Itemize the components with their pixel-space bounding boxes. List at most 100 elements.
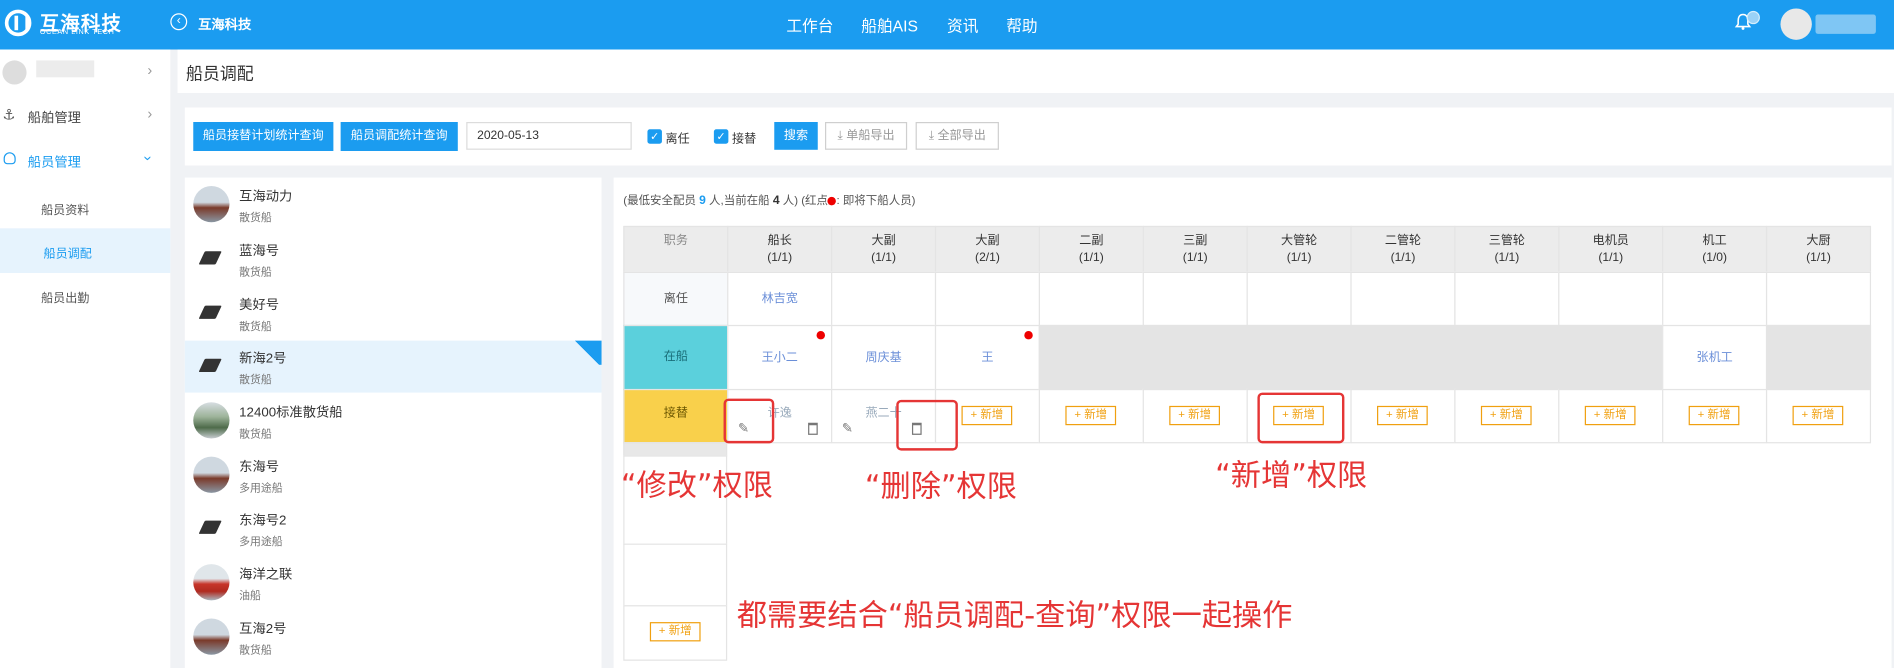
ship-thumbnail (193, 564, 230, 601)
company-name-link[interactable]: 互海科技 (198, 14, 251, 33)
ship-icon (193, 240, 230, 277)
relieve-checkbox-label: 接替 (731, 132, 757, 147)
ship-name[interactable]: 蓝海号 (239, 240, 279, 259)
notification-badge (1746, 10, 1760, 25)
download-icon: ⤓ (928, 129, 938, 143)
row-label-onboard: 在船 (623, 324, 729, 391)
add-crew-button[interactable]: + 新增 (961, 405, 1013, 426)
ship-name[interactable]: 12400标准散货船 (239, 402, 342, 421)
ship-name[interactable]: 互海2号 (239, 618, 286, 637)
column-header-role: 职务 (623, 225, 729, 273)
nav-help[interactable]: 帮助 (1006, 13, 1037, 36)
column-header: 船长 (1/1) (727, 225, 833, 273)
sidebar-item-ship-management[interactable]: 船舶管理 (28, 108, 81, 127)
ship-type: 散货船 (239, 427, 272, 440)
table-cell (1350, 271, 1456, 327)
relief-plan-query-button[interactable]: 船员接替计划统计查询 (193, 122, 334, 151)
ship-icon (193, 347, 230, 385)
sidebar-item-crew-info[interactable]: 船员资料 (41, 199, 89, 217)
add-crew-button[interactable]: + 新增 (1377, 405, 1428, 426)
crew-name[interactable]: 林吉宽 (762, 292, 798, 305)
chevron-down-icon[interactable]: › (140, 156, 157, 161)
table-cell (1246, 271, 1352, 327)
trash-icon[interactable] (808, 422, 818, 435)
date-input[interactable]: 2020-05-13 (466, 122, 632, 150)
column-header: 三管轮 (1/1) (1454, 225, 1560, 273)
crew-name[interactable]: 周庆基 (865, 352, 901, 365)
table-cell (1662, 271, 1768, 327)
user-name-redacted[interactable] (1815, 14, 1876, 34)
table-cell: 张机工 (1662, 324, 1768, 391)
nav-workbench[interactable]: 工作台 (786, 13, 833, 36)
ship-type: 多用途船 (239, 535, 283, 548)
column-header: 大管轮 (1/1) (1246, 225, 1352, 273)
sidebar-item-crew-attendance[interactable]: 船员出勤 (41, 287, 89, 305)
table-cell (1765, 271, 1872, 327)
user-avatar[interactable] (1780, 8, 1812, 40)
add-crew-button[interactable]: + 新增 (1480, 405, 1532, 426)
add-crew-button[interactable]: + 新增 (1792, 405, 1844, 426)
ship-name[interactable]: 东海号 (239, 457, 279, 476)
add-crew-button[interactable]: + 新增 (1065, 405, 1117, 426)
crew-name[interactable]: 张机工 (1697, 352, 1733, 365)
edit-pencil-icon[interactable]: ✎ (842, 420, 853, 436)
crew-name[interactable]: 王 (981, 352, 993, 365)
column-header: 二副 (1/1) (1038, 225, 1144, 273)
column-header: 三副 (1/1) (1142, 225, 1248, 273)
column-header: 二管轮 (1/1) (1350, 225, 1456, 273)
add-crew-button[interactable]: + 新增 (1584, 405, 1636, 426)
table-cell (1454, 271, 1560, 327)
add-crew-button[interactable]: + 新增 (649, 622, 701, 642)
row-label-relieve: 接替 (623, 388, 729, 444)
ship-name[interactable]: 东海号2 (239, 510, 286, 529)
leaving-soon-dot (1024, 330, 1033, 340)
annotation-edit-permission: “修改”权限 (620, 467, 773, 503)
column-header: 机工 (1/0) (1662, 225, 1768, 273)
download-icon: ⤓ (837, 129, 847, 143)
ship-type: 散货船 (239, 643, 272, 656)
ship-name[interactable]: 新海2号 (239, 348, 286, 367)
ship-icon (193, 294, 230, 331)
leaving-soon-dot (816, 330, 826, 340)
relieve-checkbox[interactable]: ✓ (713, 129, 729, 144)
user-icon (3, 152, 16, 165)
nav-ship-ais[interactable]: 船舶AIS (861, 13, 918, 36)
annotation-add-permission: “新增”权限 (1215, 457, 1368, 493)
table-cell (623, 543, 728, 607)
chevron-right-icon[interactable]: › (147, 105, 152, 122)
anchor-icon: ⚓ (2, 106, 16, 124)
nav-news[interactable]: 资讯 (947, 13, 978, 36)
ship-name[interactable]: 海洋之联 (239, 564, 292, 583)
ship-thumbnail (193, 618, 230, 655)
ship-name[interactable]: 互海动力 (239, 186, 292, 205)
sidebar-item-crew-allocation[interactable]: 船员调配 (43, 243, 91, 261)
back-arrow-icon[interactable]: ‹ (170, 13, 188, 31)
column-header: 大副 (1/1) (831, 225, 937, 273)
add-crew-button[interactable]: + 新增 (1169, 405, 1220, 426)
logo-subtitle: OCEAN LINK TECH (39, 28, 115, 37)
ship-type: 散货船 (239, 265, 272, 278)
annotation-note: 都需要结合“船员调配-查询”权限一起操作 (736, 597, 1293, 633)
sidebar-item-crew-management[interactable]: 船员管理 (28, 152, 81, 171)
ship-type: 散货船 (239, 373, 272, 386)
row-label-leave: 离任 (623, 271, 729, 327)
column-header: 电机员 (1/1) (1558, 225, 1664, 273)
search-button[interactable]: 搜索 (774, 122, 818, 150)
annotation-box-edit (723, 398, 775, 444)
allocation-stats-query-button[interactable]: 船员调配统计查询 (340, 122, 458, 151)
add-crew-button[interactable]: + 新增 (1688, 405, 1740, 426)
sidebar-user-avatar (2, 60, 27, 85)
table-cell: 周庆基 (831, 324, 937, 391)
crew-name[interactable]: 王小二 (762, 352, 798, 365)
breadcrumb-bar (177, 49, 1894, 94)
crew-summary-text: (最低安全配员 9 人,当前在船 4 人) (红点: 即将下船人员) (623, 194, 916, 208)
chevron-right-icon[interactable]: › (147, 62, 152, 79)
ship-type: 散货船 (239, 211, 272, 224)
page-title: 船员调配 (186, 64, 254, 84)
leave-checkbox[interactable]: ✓ (647, 129, 662, 144)
export-all-button[interactable]: ⤓ 全部导出 (915, 122, 999, 150)
ship-name[interactable]: 美好号 (239, 295, 279, 314)
ship-type: 散货船 (239, 320, 272, 333)
export-single-ship-button[interactable]: ⤓ 单船导出 (825, 122, 908, 150)
table-cell (831, 271, 937, 327)
